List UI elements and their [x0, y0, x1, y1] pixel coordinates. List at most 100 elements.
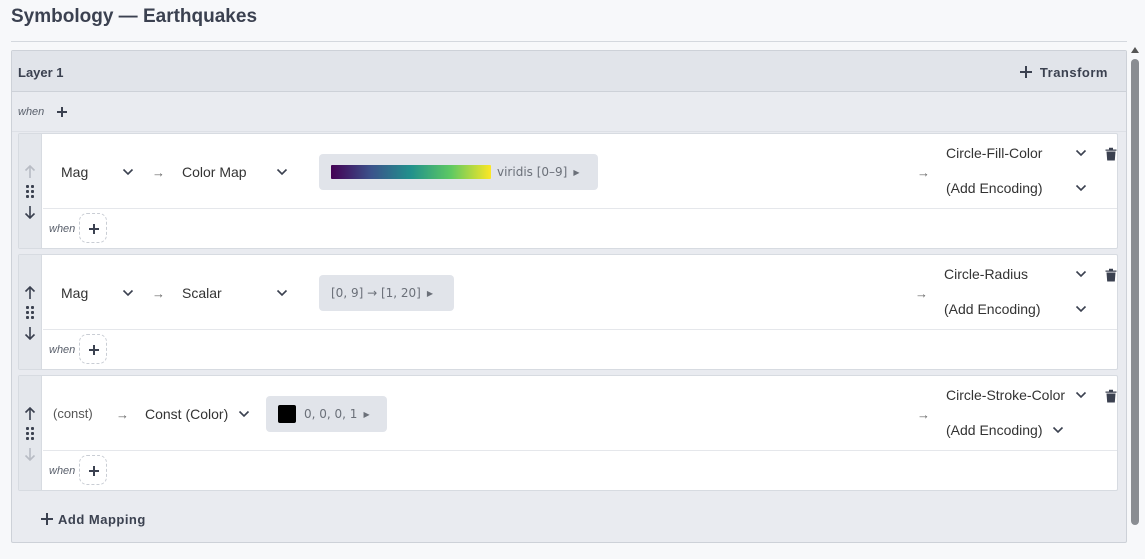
mapping-row-2: Mag → Scalar [0, 9] → [1, 20] ▶ → Circle… [18, 254, 1118, 370]
function-select[interactable]: Scalar [174, 281, 306, 305]
chevron-down-icon [276, 168, 288, 176]
output-arrow: → [915, 286, 928, 301]
source-select[interactable]: Mag [52, 281, 136, 305]
arrow-down-icon [24, 448, 36, 462]
chevron-down-icon [122, 168, 134, 176]
layer-when-label: when [18, 106, 45, 118]
encoding-select-value: Circle-Radius [944, 266, 1029, 282]
chevron-down-icon [276, 289, 288, 297]
add-encoding-select[interactable]: (Add Encoding) [935, 297, 1087, 321]
mapping-main: Mag → Color Map viridis [0–9] ▶ → Circle… [43, 134, 1117, 209]
encoding-select-value: Circle-Fill-Color [946, 145, 1043, 161]
plus-icon [41, 513, 53, 525]
mapping-row-3: (const) → Const (Color) 0, 0, 0, 1 ▶ → C… [18, 375, 1118, 491]
mapping-arrow: → [152, 165, 165, 180]
transform-label: Transform [1039, 64, 1108, 80]
trash-icon [1105, 268, 1117, 282]
add-layer-condition-button[interactable] [57, 107, 67, 117]
mapping-main: Mag → Scalar [0, 9] → [1, 20] ▶ → Circle… [43, 255, 1117, 330]
scroll-up-icon[interactable] [1131, 47, 1139, 55]
gradient-swatch [331, 165, 491, 179]
source-select-value: Mag [61, 164, 89, 180]
move-up-button[interactable] [24, 164, 36, 179]
delete-mapping-button[interactable] [1105, 389, 1117, 403]
mapping-main: (const) → Const (Color) 0, 0, 0, 1 ▶ → C… [43, 376, 1117, 451]
const-color-param-button[interactable]: 0, 0, 0, 1 ▶ [266, 396, 387, 432]
add-encoding-select[interactable]: (Add Encoding) [937, 176, 1087, 200]
move-up-button[interactable] [24, 406, 36, 421]
move-up-button[interactable] [24, 285, 36, 300]
layer-when-row: when [12, 92, 1126, 132]
scalar-param-button[interactable]: [0, 9] → [1, 20] ▶ [319, 275, 454, 311]
function-select-value: Color Map [182, 164, 247, 180]
add-encoding-value: (Add Encoding) [944, 301, 1041, 317]
drag-handle-icon[interactable] [26, 427, 35, 440]
chevron-down-icon [1075, 305, 1087, 313]
page-title: Symbology — Earthquakes [11, 6, 258, 27]
chevron-down-icon [1075, 391, 1087, 399]
encoding-select[interactable]: Circle-Fill-Color [937, 141, 1087, 165]
mapping-arrow: → [116, 407, 129, 422]
move-down-button[interactable] [24, 447, 36, 462]
plus-icon [1019, 66, 1032, 78]
caret-right-icon: ▶ [363, 409, 370, 419]
function-select[interactable]: Color Map [174, 160, 306, 184]
add-condition-button[interactable] [79, 455, 107, 485]
arrow-up-icon [24, 285, 36, 299]
arrow-down-icon [24, 206, 36, 220]
colormap-param-button[interactable]: viridis [0–9] ▶ [319, 154, 598, 190]
function-select-value: Const (Color) [145, 406, 229, 422]
source-select-value: Mag [61, 285, 89, 301]
const-color-param-text: 0, 0, 0, 1 [304, 407, 358, 421]
mapping-handle-column [19, 376, 42, 490]
trash-icon [1105, 389, 1117, 403]
plus-icon [89, 466, 99, 476]
move-down-button[interactable] [24, 326, 36, 341]
layer-panel: Layer 1 Transform when Mag → Color Map v… [11, 50, 1127, 543]
arrow-down-icon [24, 327, 36, 341]
colormap-param-text: viridis [0–9] [497, 165, 568, 179]
mapping-when-label: when [49, 344, 76, 356]
encoding-select[interactable]: Circle-Radius [935, 262, 1087, 286]
arrow-up-icon [24, 406, 36, 420]
arrow-up-icon [24, 164, 36, 178]
chevron-down-icon [1075, 149, 1087, 157]
source-select[interactable]: Mag [52, 160, 136, 184]
mapping-when-label: when [49, 223, 76, 235]
delete-mapping-button[interactable] [1105, 268, 1117, 282]
mapping-when-row: when [43, 330, 1117, 370]
mapping-when-row: when [43, 451, 1117, 491]
mapping-handle-column [19, 134, 42, 248]
delete-mapping-button[interactable] [1105, 147, 1117, 161]
transform-button[interactable]: Transform [1019, 61, 1108, 83]
vertical-scrollbar[interactable] [1131, 47, 1139, 527]
mapping-arrow: → [152, 286, 165, 301]
mapping-row-1: Mag → Color Map viridis [0–9] ▶ → Circle… [18, 133, 1118, 249]
add-encoding-value: (Add Encoding) [946, 180, 1043, 196]
move-down-button[interactable] [24, 205, 36, 220]
encoding-select[interactable]: Circle-Stroke-Color [937, 383, 1087, 407]
add-condition-button[interactable] [79, 334, 107, 364]
function-select[interactable]: Const (Color) [137, 402, 250, 426]
add-encoding-select[interactable]: (Add Encoding) [937, 418, 1067, 442]
chevron-down-icon [1075, 184, 1087, 192]
function-select-value: Scalar [182, 285, 222, 301]
output-arrow: → [917, 407, 930, 422]
add-condition-button[interactable] [79, 213, 107, 243]
drag-handle-icon[interactable] [26, 306, 35, 319]
layer-header: Layer 1 Transform [12, 51, 1126, 92]
drag-handle-icon[interactable] [26, 185, 35, 198]
add-mapping-label: Add Mapping [58, 511, 146, 527]
chevron-down-icon [1075, 270, 1087, 278]
mapping-when-row: when [43, 209, 1117, 249]
const-source-label: (const) [53, 406, 93, 421]
mapping-handle-column [19, 255, 42, 369]
add-mapping-button[interactable]: Add Mapping [41, 511, 146, 527]
chevron-down-icon [238, 410, 250, 418]
mapping-when-label: when [49, 465, 76, 477]
scrollbar-thumb[interactable] [1131, 59, 1139, 525]
encoding-select-value: Circle-Stroke-Color [946, 387, 1066, 403]
title-divider [11, 41, 1127, 42]
output-arrow: → [917, 165, 930, 180]
color-swatch [278, 405, 296, 423]
